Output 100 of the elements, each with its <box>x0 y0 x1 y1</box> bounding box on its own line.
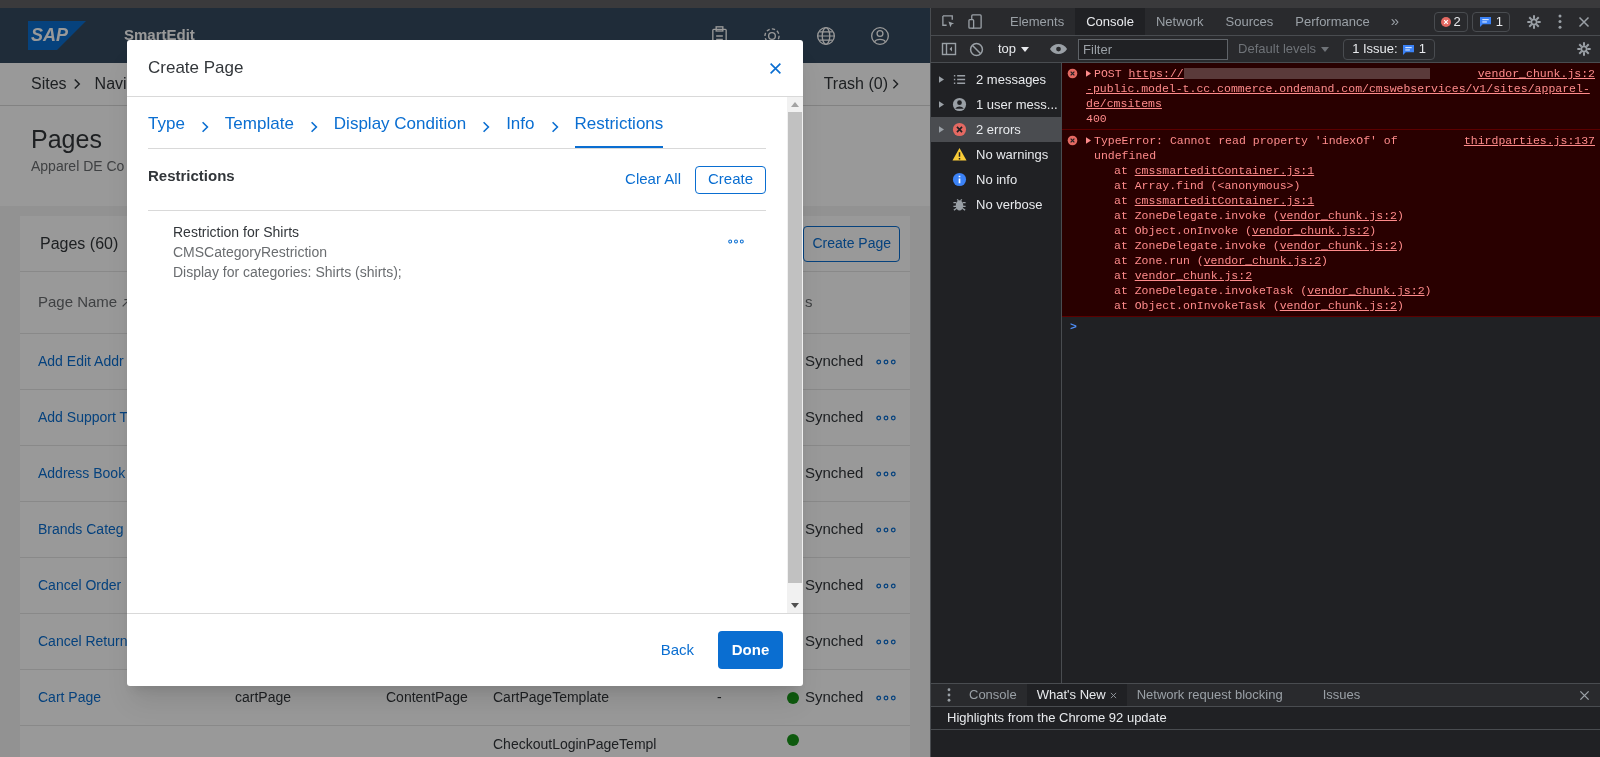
breadcrumb-link[interactable]: Navi <box>94 72 127 96</box>
close-icon[interactable] <box>1579 689 1590 701</box>
drawer-tab[interactable]: Network request blocking <box>1126 684 1293 706</box>
wizard-step-tab[interactable]: Display Condition <box>333 110 467 148</box>
source-link[interactable]: vendor_chunk.js:2 <box>1252 224 1370 237</box>
devtools-tab[interactable]: Performance <box>1284 8 1381 35</box>
log-levels-dropdown[interactable]: Default levels <box>1238 39 1330 59</box>
source-link[interactable]: cmssmarteditContainer.js:1 <box>1134 194 1315 207</box>
chevron-right-icon <box>482 120 491 134</box>
eye-icon[interactable] <box>1049 43 1069 55</box>
source-link[interactable]: vendor_chunk.js:2 <box>1134 269 1253 282</box>
clear-all-link[interactable]: Clear All <box>625 168 681 191</box>
source-link[interactable]: vendor_chunk.js:2 <box>1279 209 1397 222</box>
kebab-menu-icon[interactable] <box>1558 14 1562 29</box>
page-name-link[interactable]: Cart Page <box>38 689 102 705</box>
inspect-icon[interactable] <box>941 14 956 29</box>
kebab-menu-icon[interactable] <box>947 688 951 702</box>
more-tabs-button[interactable]: » <box>1380 10 1410 33</box>
page-name-link[interactable]: Add Edit Addr <box>38 353 124 369</box>
source-link[interactable]: vendor_chunk.js:2 <box>1279 299 1397 312</box>
status-text: Synched <box>805 631 864 652</box>
page-name-link[interactable]: Cancel Return <box>38 633 128 649</box>
context-selector[interactable]: top <box>998 39 1030 59</box>
expand-triangle-icon[interactable] <box>1086 70 1091 78</box>
status-text: Synched <box>805 687 864 708</box>
more-icon[interactable] <box>876 694 896 701</box>
stack-frame-text: ) <box>1424 284 1432 297</box>
clear-console-icon[interactable] <box>969 41 984 57</box>
devtools-tab[interactable]: Elements <box>999 8 1076 35</box>
bug-icon <box>952 197 967 212</box>
chevron-right-icon <box>72 78 81 90</box>
expand-triangle-icon[interactable] <box>939 101 944 108</box>
drawer-tab[interactable]: Issues <box>1312 684 1371 706</box>
table-cell: CartPageTemplate <box>493 689 609 705</box>
message-icon <box>1401 43 1415 55</box>
close-icon[interactable] <box>769 61 782 75</box>
source-link[interactable]: vendor_chunk.js:2 <box>1477 66 1595 81</box>
wizard-step-tab[interactable]: Info <box>506 110 535 148</box>
sidebar-item[interactable]: 2 messages <box>931 67 1061 92</box>
issues-button[interactable]: 1 Issue: 1 <box>1343 38 1435 60</box>
more-icon[interactable] <box>876 358 896 365</box>
device-toolbar-icon[interactable] <box>968 14 983 29</box>
page-name-link[interactable]: Cancel Order <box>38 577 122 593</box>
source-link[interactable]: vendor_chunk.js:2 <box>1203 254 1322 267</box>
scroll-down-icon[interactable] <box>791 603 799 608</box>
more-icon[interactable] <box>728 239 744 244</box>
stack-frame-text: at ZoneDelegate.invokeTask ( <box>1114 284 1308 297</box>
create-button[interactable]: Create <box>694 165 766 194</box>
sap-logo: SAP <box>28 21 86 50</box>
console-prompt[interactable]: > <box>1062 317 1600 334</box>
globe-icon[interactable] <box>816 25 836 46</box>
sidebar-item[interactable]: 1 user mess... <box>931 92 1061 117</box>
sidebar-toggle-icon[interactable] <box>941 41 957 57</box>
source-link[interactable]: vendor_chunk.js:2 <box>1307 284 1425 297</box>
devtools-tab[interactable]: Sources <box>1214 8 1285 35</box>
devtools-tab[interactable]: Network <box>1144 8 1215 35</box>
stack-frame-text: ) <box>1321 254 1328 267</box>
sidebar-item[interactable]: No verbose <box>931 192 1061 217</box>
sidebar-item[interactable]: No warnings <box>931 142 1061 167</box>
wizard-step-tab[interactable]: Type <box>148 110 185 148</box>
stack-frame-text: ) <box>1369 224 1377 237</box>
more-icon[interactable] <box>876 582 896 589</box>
product-name: SmartEdit <box>124 25 195 46</box>
drawer-tab[interactable]: Console <box>959 684 1027 706</box>
back-link[interactable]: Back <box>660 638 694 662</box>
source-link[interactable]: cmssmarteditContainer.js:1 <box>1134 164 1315 177</box>
user-icon[interactable] <box>870 25 890 46</box>
stack-frame-text: at Zone.run ( <box>1114 254 1204 267</box>
table-cell: - <box>717 689 722 705</box>
error-count-badge[interactable]: 2 <box>1433 11 1468 32</box>
breadcrumb-link[interactable]: Sites <box>31 72 67 96</box>
page-name-link[interactable]: Address Book <box>38 465 126 481</box>
source-link[interactable]: thirdparties.js:137 <box>1463 133 1595 148</box>
status-text: Synched <box>805 575 864 596</box>
dropdown-caret-icon <box>1321 46 1330 52</box>
filter-field[interactable]: Filter <box>1078 38 1229 60</box>
sidebar-item[interactable]: 2 errors <box>931 117 1061 142</box>
more-icon[interactable] <box>876 414 896 421</box>
more-icon[interactable] <box>876 638 896 645</box>
restriction-type: CMSCategoryRestriction <box>173 243 329 262</box>
wizard-step-tab[interactable]: Restrictions <box>574 110 664 148</box>
url-link[interactable]: https:// <box>1128 67 1184 80</box>
close-icon[interactable] <box>1578 15 1590 28</box>
scrollbar[interactable] <box>787 97 803 613</box>
message-icon <box>1478 16 1492 27</box>
more-icon[interactable] <box>876 470 896 477</box>
close-icon[interactable] <box>1109 691 1117 699</box>
trash-link[interactable]: Trash (0) <box>823 72 888 96</box>
wizard-step-tab[interactable]: Template <box>224 110 294 148</box>
page-name-link[interactable]: Brands Categ <box>38 521 124 537</box>
url-link[interactable]: -public.model-t.cc.commerce.ondemand.com/cmswebservices/v1/sites/apparel-de/cmsitems <box>1086 81 1595 111</box>
devtools-tab[interactable]: Console <box>1075 8 1145 35</box>
source-link[interactable]: vendor_chunk.js:2 <box>1279 239 1397 252</box>
expand-triangle-icon[interactable] <box>939 76 944 83</box>
done-button[interactable]: Done <box>718 631 783 669</box>
message-count-badge[interactable]: 1 <box>1471 11 1510 32</box>
drawer-tab[interactable]: What's New <box>1026 684 1127 706</box>
sidebar-item[interactable]: No info <box>931 167 1061 192</box>
expand-triangle-icon[interactable] <box>1086 137 1091 144</box>
more-icon[interactable] <box>876 526 896 533</box>
